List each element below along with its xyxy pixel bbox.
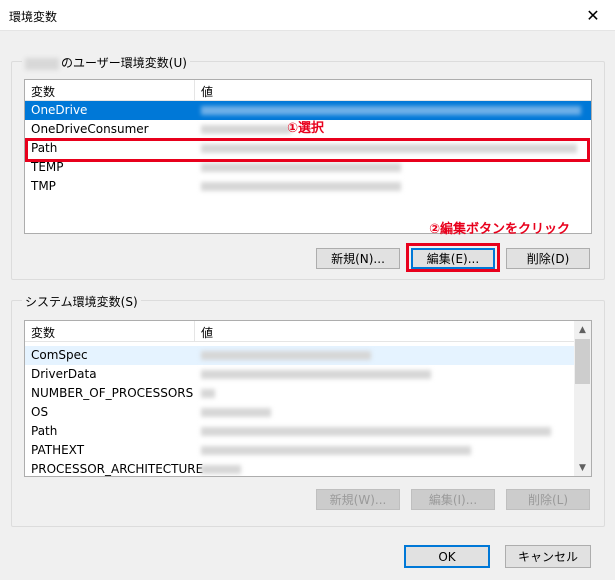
list-header: 変数 値	[25, 321, 591, 342]
column-value[interactable]: 値	[201, 324, 213, 341]
column-variable[interactable]: 変数	[31, 83, 55, 100]
list-item[interactable]: Path	[25, 422, 574, 441]
scroll-down-icon[interactable]: ▼	[574, 459, 591, 476]
title-bar: 環境変数 ✕	[0, 0, 615, 31]
system-delete-button[interactable]: 削除(L)	[506, 489, 590, 510]
column-variable[interactable]: 変数	[31, 324, 55, 341]
system-new-button[interactable]: 新規(W)...	[316, 489, 400, 510]
username-redacted	[25, 57, 59, 70]
path-highlight-box	[25, 138, 590, 162]
edit-button-highlight-box	[406, 243, 500, 272]
column-value[interactable]: 値	[201, 83, 213, 100]
annotation-select: ①選択	[287, 121, 325, 136]
cancel-button[interactable]: キャンセル	[505, 545, 591, 568]
list-item[interactable]: ComSpec	[25, 346, 574, 365]
scroll-up-icon[interactable]: ▲	[574, 321, 591, 338]
close-icon[interactable]: ✕	[571, 0, 615, 30]
list-header: 変数 値	[25, 80, 591, 101]
ok-button[interactable]: OK	[404, 545, 490, 568]
list-item[interactable]: PROCESSOR_ARCHITECTURE	[25, 460, 574, 476]
window-title: 環境変数	[9, 10, 58, 24]
user-delete-button[interactable]: 削除(D)	[506, 248, 590, 269]
user-new-button[interactable]: 新規(N)...	[316, 248, 400, 269]
user-variables-label: のユーザー環境変数(U)	[22, 54, 190, 71]
annotation-click-edit: ②編集ボタンをクリック	[429, 222, 571, 237]
list-item[interactable]: NUMBER_OF_PROCESSORS	[25, 384, 574, 403]
scroll-thumb[interactable]	[575, 339, 590, 384]
list-item[interactable]: OS	[25, 403, 574, 422]
system-edit-button[interactable]: 編集(I)...	[411, 489, 495, 510]
list-item[interactable]: TMP	[25, 177, 591, 196]
system-variables-list[interactable]: 変数 値 ComSpec DriverData NUMBER_OF_PROCES…	[24, 320, 592, 477]
list-item[interactable]: DriverData	[25, 365, 574, 384]
list-item[interactable]: PATHEXT	[25, 441, 574, 460]
vertical-scrollbar[interactable]: ▲ ▼	[574, 321, 591, 476]
user-variables-group: のユーザー環境変数(U) 変数 値 OneDrive OneDriveConsu…	[11, 54, 605, 280]
system-variables-label: システム環境変数(S)	[22, 293, 141, 310]
system-variables-group: システム環境変数(S) 変数 値 ComSpec DriverData NUMB…	[11, 293, 605, 527]
